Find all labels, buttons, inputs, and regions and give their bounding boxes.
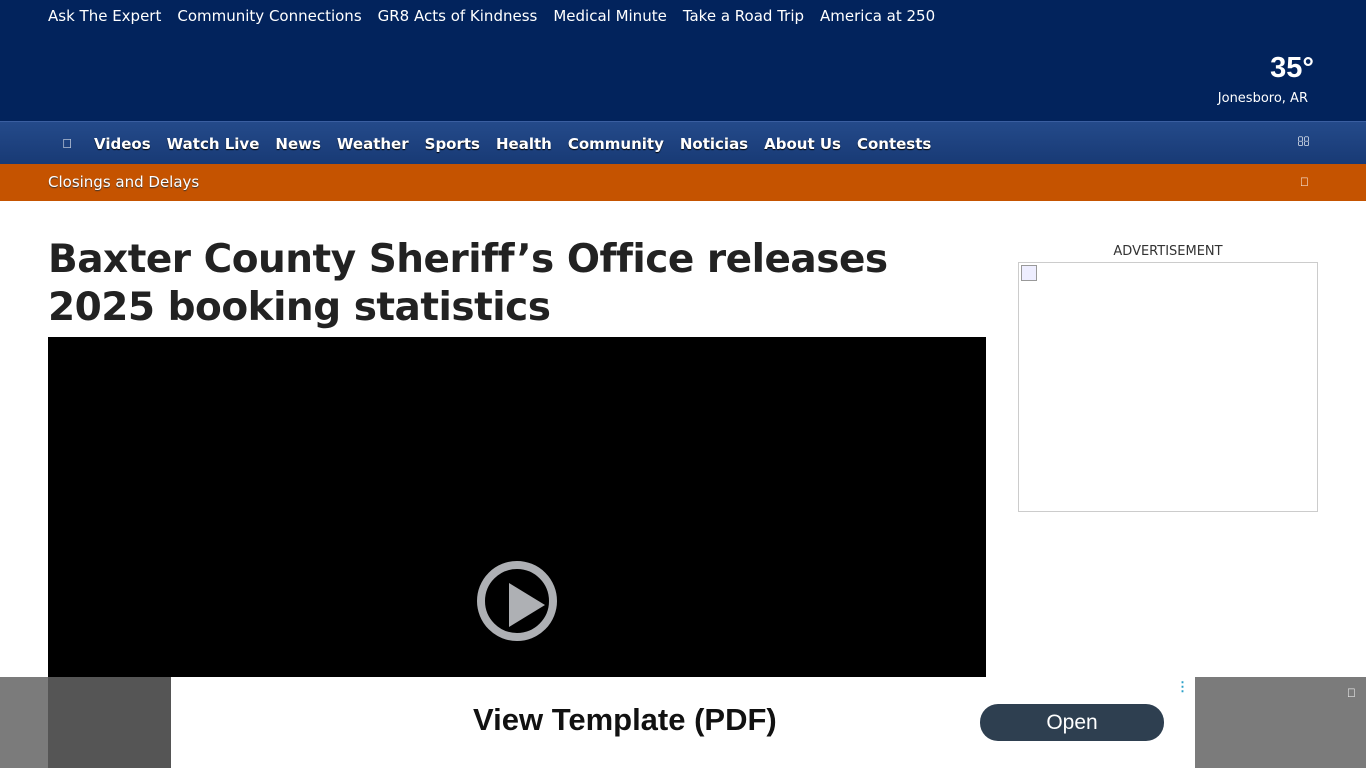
nav-community[interactable]: Community <box>568 135 664 153</box>
article-headline: Baxter County Sheriff’s Office releases … <box>48 237 888 330</box>
top-link-road-trip[interactable]: Take a Road Trip <box>683 7 804 25</box>
nav-health[interactable]: Health <box>496 135 552 153</box>
top-link-medical-minute[interactable]: Medical Minute <box>553 7 666 25</box>
weather-temperature: 35° <box>1270 52 1314 84</box>
nav-sports[interactable]: Sports <box>425 135 480 153</box>
advertisement-label: ADVERTISEMENT <box>1113 244 1223 259</box>
top-link-gr8-acts[interactable]: GR8 Acts of Kindness <box>378 7 538 25</box>
nav-news[interactable]: News <box>275 135 321 153</box>
nav-contests[interactable]: Contests <box>857 135 931 153</box>
nav-weather[interactable]: Weather <box>337 135 409 153</box>
top-header: Ask The Expert Community Connections GR8… <box>0 0 1366 121</box>
ad-title[interactable]: View Template (PDF) <box>473 702 777 738</box>
closings-label[interactable]: Closings and Delays <box>48 173 199 191</box>
nav-about-us[interactable]: About Us <box>764 135 841 153</box>
weather-location: Jonesboro, AR <box>1217 91 1308 106</box>
top-links: Ask The Expert Community Connections GR8… <box>48 7 935 25</box>
play-icon[interactable] <box>477 561 557 641</box>
nav-watch-live[interactable]: Watch Live <box>167 135 260 153</box>
nav-noticias[interactable]: Noticias <box>680 135 748 153</box>
home-icon[interactable]:  <box>58 136 76 151</box>
weather-widget[interactable]: 35° Jonesboro, AR <box>1218 52 1314 106</box>
main-nav:  Videos Watch Live News Weather Sports … <box>0 121 1366 164</box>
sidebar-ad[interactable] <box>1018 262 1318 512</box>
search-icon[interactable]:  <box>1297 134 1310 150</box>
broken-image-icon <box>1021 265 1037 281</box>
chevron-down-icon[interactable]:  <box>1300 175 1309 189</box>
ad-menu-icon[interactable]: ⋮ <box>1176 679 1189 695</box>
nav-videos[interactable]: Videos <box>94 135 151 153</box>
top-link-america-250[interactable]: America at 250 <box>820 7 935 25</box>
top-link-ask-the-expert[interactable]: Ask The Expert <box>48 7 161 25</box>
top-link-community-connections[interactable]: Community Connections <box>177 7 361 25</box>
ad-open-button[interactable]: Open <box>980 704 1164 741</box>
close-icon[interactable]:  <box>1347 686 1356 700</box>
bottom-ad[interactable]: View Template (PDF) Open ⋮ <box>171 677 1195 768</box>
closings-bar[interactable]: Closings and Delays  <box>0 164 1366 201</box>
